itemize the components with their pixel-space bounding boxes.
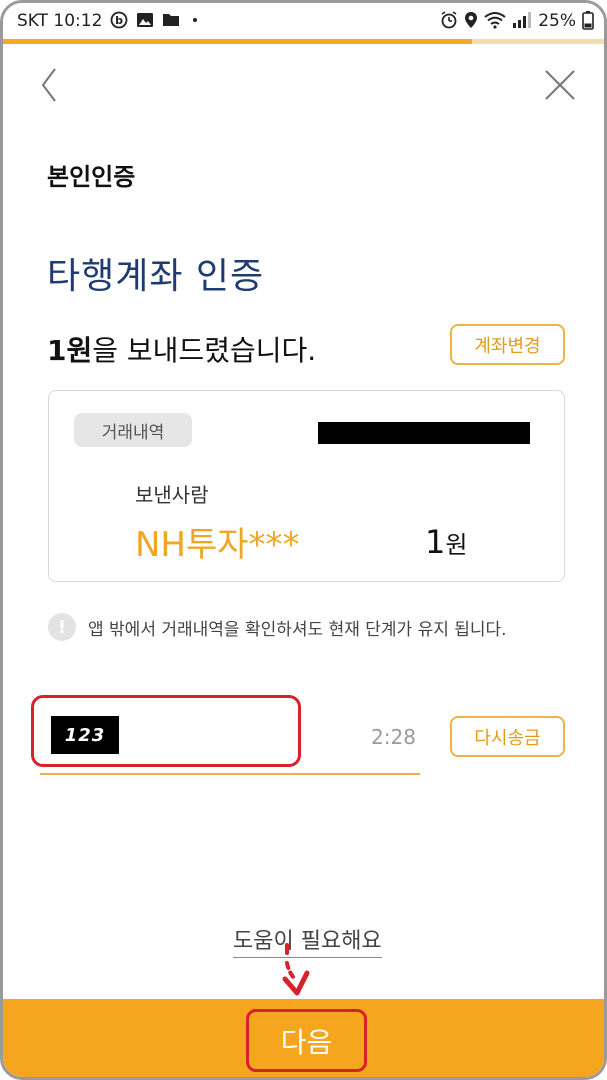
close-button[interactable] — [540, 65, 580, 105]
step-progress-bar — [3, 39, 604, 44]
step-progress-fill — [3, 39, 472, 44]
sent-message: 1원을 보내드렸습니다. — [47, 329, 316, 369]
battery-level: 25% — [538, 11, 576, 31]
b-app-icon: b — [110, 11, 128, 32]
sent-amount: 1원 — [47, 334, 93, 367]
dot-icon — [188, 13, 202, 30]
battery-icon — [582, 10, 594, 33]
amount-number: 1 — [425, 523, 446, 561]
carrier-time: SKT 10:12 — [17, 11, 103, 31]
sent-message-rest: 을 보내드렸습니다. — [92, 334, 317, 367]
back-button[interactable] — [33, 65, 73, 105]
chevron-left-icon — [41, 68, 56, 102]
transfer-amount: 1원 — [425, 523, 467, 561]
page-heading: 본인인증 — [47, 163, 136, 191]
image-icon — [136, 12, 154, 31]
next-button[interactable]: 다음 — [246, 1009, 367, 1072]
top-navigation — [3, 55, 604, 115]
sender-name: NH투자*** — [135, 525, 300, 565]
transaction-card: 거래내역 보낸사람 NH투자*** 1원 — [48, 390, 565, 582]
countdown-timer: 2:28 — [371, 725, 416, 749]
status-bar: SKT 10:12 b 25% — [3, 3, 604, 39]
close-icon — [545, 70, 575, 100]
page-title: 타행계좌 인증 — [47, 256, 265, 297]
wifi-icon — [484, 11, 506, 32]
location-icon — [464, 11, 478, 32]
phone-frame: SKT 10:12 b 25% 본인인증 타행계좌 인증 1원을 보내드렸습니다… — [0, 0, 607, 1080]
alarm-icon — [440, 10, 458, 32]
notice-text: 앱 밖에서 거래내역을 확인하셔도 현재 단계가 유지 됩니다. — [88, 619, 507, 640]
redacted-account-bar — [318, 422, 530, 444]
svg-text:b: b — [115, 14, 123, 27]
notice-row: ! 앱 밖에서 거래내역을 확인하셔도 현재 단계가 유지 됩니다. — [48, 613, 507, 641]
resend-button[interactable]: 다시송금 — [450, 716, 565, 757]
arrow-down-icon — [282, 943, 310, 996]
signal-icon — [512, 11, 532, 32]
amount-unit: 원 — [445, 531, 468, 559]
change-account-button[interactable]: 계좌변경 — [450, 324, 565, 365]
exclamation-icon: ! — [48, 613, 76, 641]
sender-label: 보낸사람 — [135, 483, 209, 507]
transaction-history-badge: 거래내역 — [74, 413, 192, 447]
folder-icon — [162, 12, 180, 30]
input-underline — [40, 773, 420, 775]
entered-code: 123 — [51, 716, 119, 754]
